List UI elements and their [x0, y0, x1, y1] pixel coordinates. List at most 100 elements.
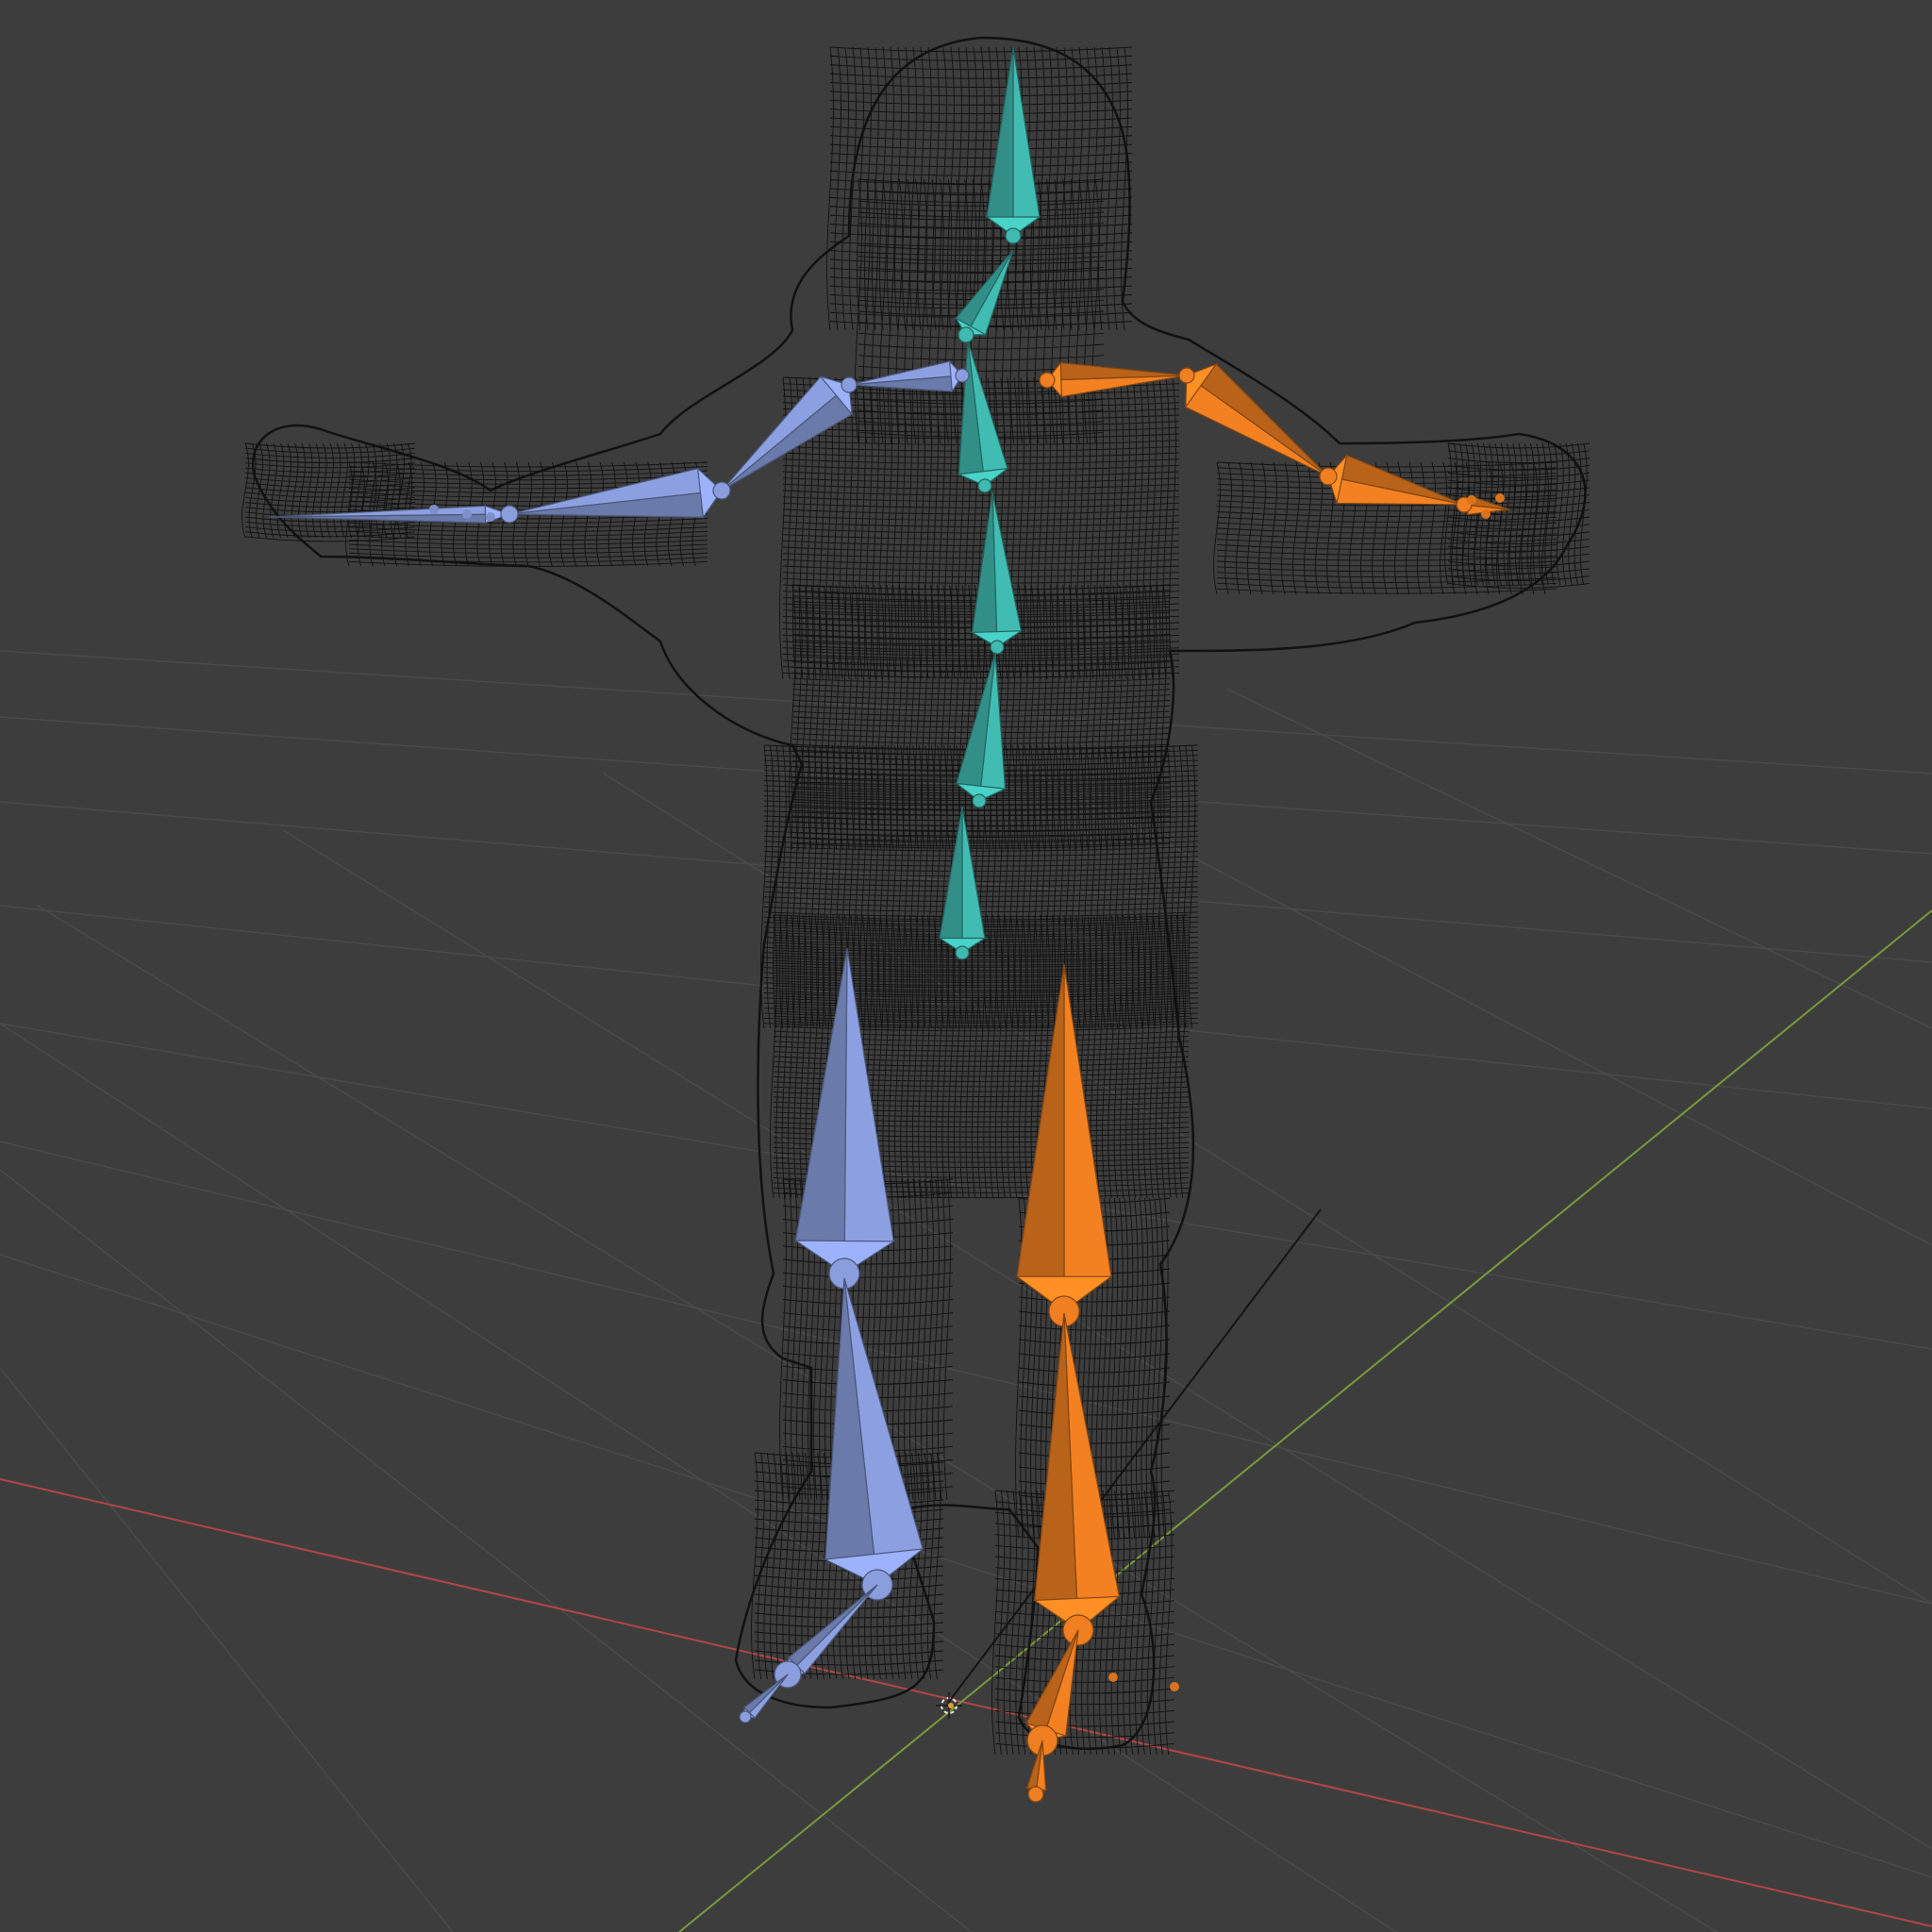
armature[interactable] — [268, 46, 1510, 1803]
mesh-edge — [1075, 178, 1083, 444]
joint-center-neck[interactable] — [958, 326, 974, 343]
joint-right-forearm[interactable] — [1319, 467, 1338, 486]
mesh-edge — [1068, 46, 1075, 331]
joint-left-toe[interactable] — [739, 1710, 752, 1724]
mesh-edge — [1162, 376, 1170, 680]
mesh-edge — [829, 55, 1133, 61]
bone-center-spine_upper[interactable] — [957, 341, 1010, 493]
mesh-edge — [891, 744, 898, 1029]
mesh-edge — [763, 860, 1199, 867]
mesh-edge — [1216, 539, 1557, 545]
mesh-edge — [1057, 376, 1064, 680]
3d-viewport[interactable] — [0, 0, 1932, 1932]
mesh-edge — [244, 491, 416, 498]
bone-right-forearm[interactable] — [1319, 453, 1465, 506]
bone-right-extra-marker[interactable] — [1170, 1682, 1179, 1691]
mesh-edge — [924, 914, 932, 1199]
mesh-edge — [841, 46, 849, 331]
joint-right-shoulder[interactable] — [1039, 372, 1056, 389]
mesh-edge — [877, 744, 886, 1029]
joint-right-upper_arm[interactable] — [1178, 367, 1195, 384]
mesh-edge — [829, 153, 1133, 158]
mesh-edge — [791, 809, 1171, 816]
mesh-edge — [829, 125, 1133, 132]
mesh-edge — [242, 442, 249, 539]
mesh-edge — [884, 744, 892, 1029]
mesh-edge — [1012, 914, 1021, 1199]
mesh-edge — [994, 1643, 1175, 1650]
joint-right-toe[interactable] — [1027, 1786, 1044, 1803]
grid-line — [0, 1023, 1397, 1932]
mesh-edge — [782, 1325, 954, 1332]
mesh-edge — [1155, 914, 1163, 1199]
mesh-edge — [791, 815, 1171, 822]
bone-right-shoulder[interactable] — [1039, 360, 1188, 399]
mesh-edge — [1018, 1381, 1171, 1388]
mesh-edge — [763, 901, 1199, 908]
bone-left-finger-marker[interactable] — [486, 512, 495, 522]
mesh-edge — [244, 531, 416, 538]
bone-left-upper_arm[interactable] — [721, 375, 858, 491]
mesh-edge — [895, 584, 904, 850]
mesh-edge — [1024, 914, 1033, 1199]
mesh-edge — [900, 914, 908, 1199]
mesh-edge — [829, 206, 1133, 212]
mesh-edge — [1224, 461, 1232, 595]
joint-center-spine_lower[interactable] — [972, 793, 987, 808]
mesh-edge — [1158, 1490, 1167, 1756]
mesh-edge — [799, 914, 808, 1199]
mesh-edge — [829, 170, 1133, 176]
bone-center-spine_mid[interactable] — [970, 491, 1024, 655]
mesh-edge — [1160, 914, 1169, 1199]
mesh-edge — [1045, 46, 1053, 331]
mesh-edge — [791, 837, 1171, 843]
mesh-edge — [829, 250, 1133, 257]
joint-center-hips[interactable] — [955, 945, 970, 960]
bone-right-extra-marker[interactable] — [1481, 509, 1491, 519]
mesh-edge — [797, 744, 806, 1029]
bone-right-extra-marker[interactable] — [1467, 495, 1476, 505]
mesh-edge — [1018, 1452, 1171, 1458]
mesh-edge — [770, 1452, 777, 1680]
mesh-edge — [885, 376, 892, 680]
viewport-canvas[interactable] — [0, 0, 1932, 1932]
joint-center-spine_upper[interactable] — [977, 478, 992, 493]
mesh-edge — [955, 46, 962, 331]
mesh-edge — [1456, 442, 1464, 586]
joint-left-shoulder[interactable] — [955, 368, 970, 383]
joint-left-upper_arm[interactable] — [841, 376, 858, 393]
bone-right-extra-marker[interactable] — [1108, 1673, 1118, 1682]
mesh-edge — [1070, 376, 1077, 680]
mesh-edge — [244, 482, 416, 489]
joint-left-forearm[interactable] — [712, 481, 731, 500]
bone-right-extra-marker[interactable] — [1495, 493, 1505, 503]
bone-right-upper_arm[interactable] — [1178, 362, 1329, 477]
mesh-edge — [793, 914, 802, 1199]
mesh-edge — [829, 108, 1133, 115]
mesh-edge — [1440, 461, 1447, 595]
mesh-edge — [845, 376, 853, 680]
mesh-edge — [1019, 914, 1026, 1199]
mesh-edge — [898, 376, 906, 680]
mesh-edge — [1018, 1353, 1171, 1359]
mesh-edge — [791, 650, 1171, 657]
mesh-edge — [763, 896, 1199, 903]
joint-left-hand[interactable] — [500, 505, 519, 524]
joint-center-head[interactable] — [1005, 227, 1022, 244]
grid-line — [0, 1367, 454, 1932]
mesh-edge — [782, 546, 1180, 553]
bone-left-finger-marker[interactable] — [462, 509, 472, 519]
character-wireframe-mesh[interactable] — [242, 36, 1591, 1756]
mesh-edge — [839, 376, 846, 680]
mesh-edge — [829, 64, 1133, 71]
mesh-edge — [1018, 1339, 1171, 1345]
bone-center-head[interactable] — [985, 46, 1041, 244]
bone-left-finger-marker[interactable] — [429, 505, 439, 514]
mesh-edge — [782, 540, 1180, 546]
mesh-edge — [858, 355, 1105, 361]
grid-line — [1225, 688, 1932, 1029]
mesh-edge — [1447, 524, 1591, 530]
mesh-edge — [1428, 461, 1436, 595]
mesh-edge — [763, 1452, 772, 1680]
joint-center-spine_mid[interactable] — [990, 640, 1005, 655]
